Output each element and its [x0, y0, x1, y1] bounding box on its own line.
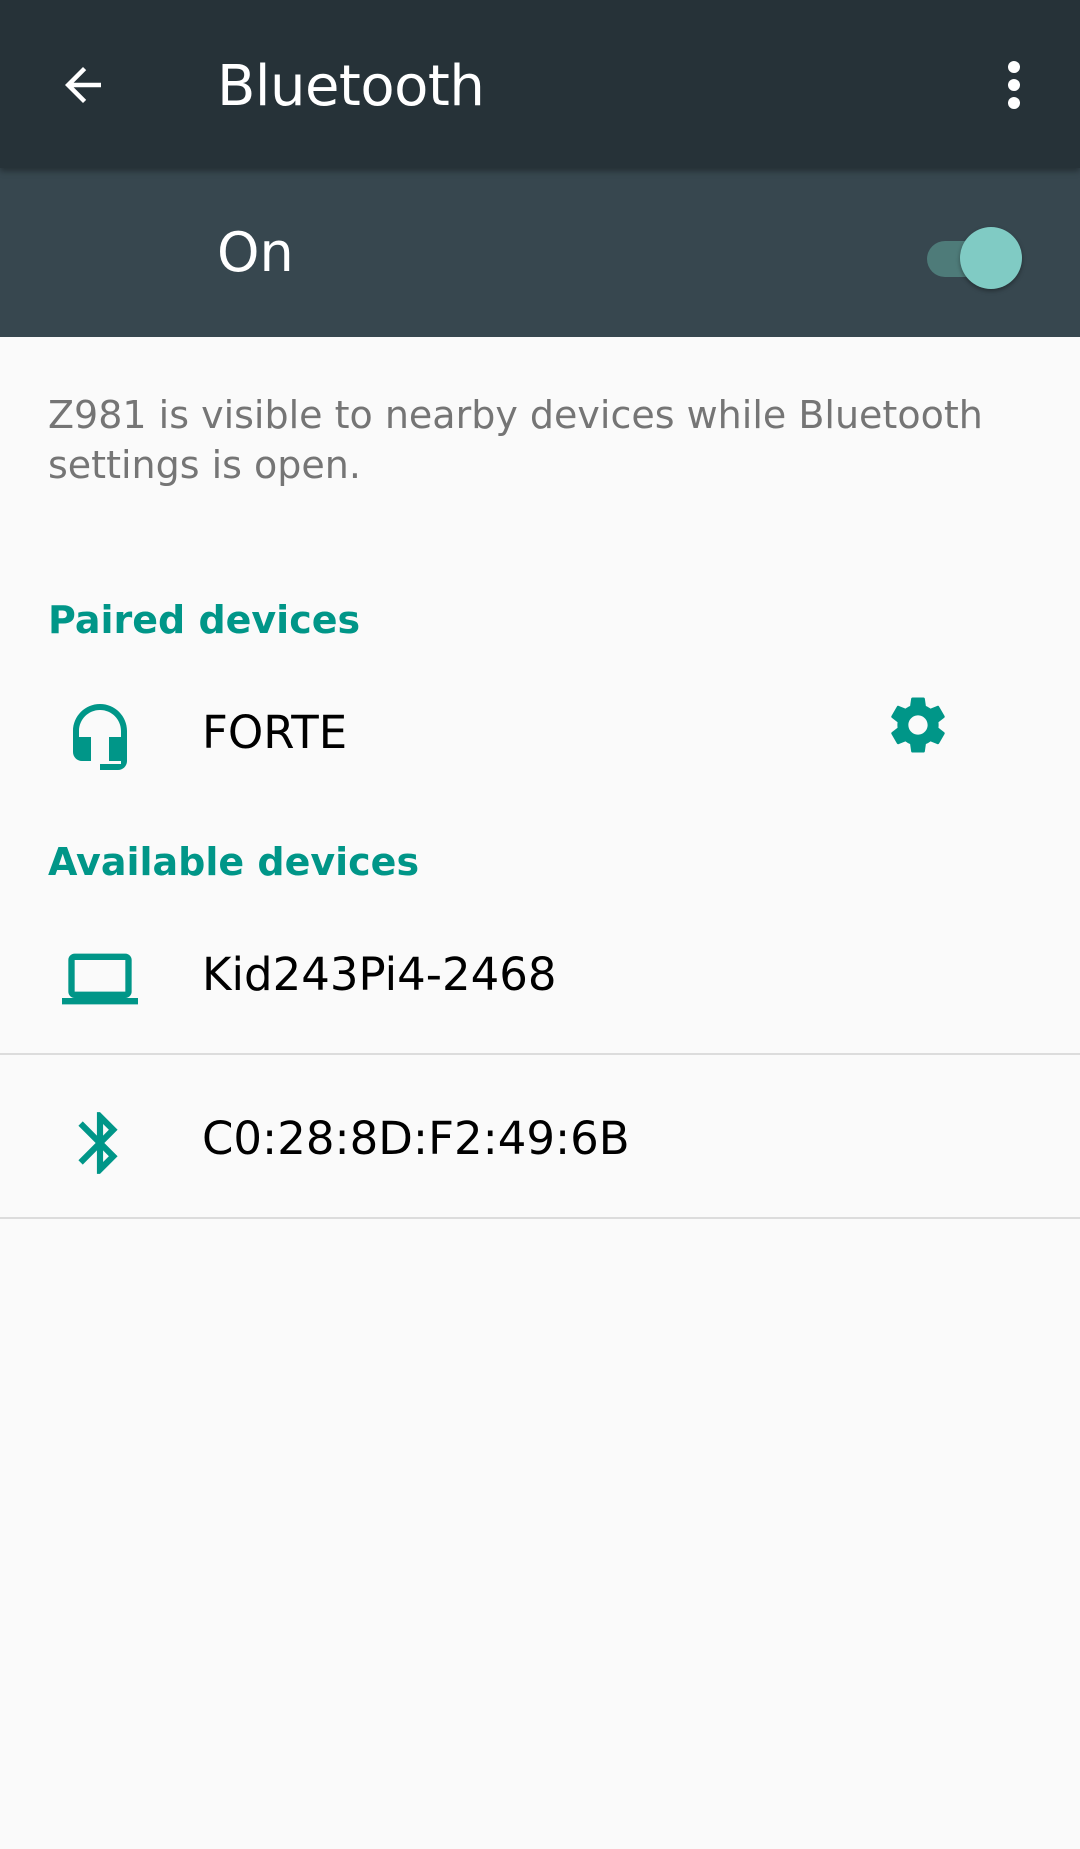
laptop-icon — [60, 939, 140, 1019]
available-devices-header: Available devices — [48, 840, 420, 884]
available-device-row[interactable]: C0:28:8D:F2:49:6B — [0, 1063, 1080, 1213]
device-name: C0:28:8D:F2:49:6B — [202, 1112, 630, 1165]
back-button[interactable] — [40, 44, 126, 130]
switch-state-label: On — [217, 221, 294, 284]
list-divider — [0, 1053, 1080, 1055]
bluetooth-icon — [60, 1103, 140, 1183]
device-name: FORTE — [202, 706, 348, 759]
app-bar: Bluetooth — [0, 0, 1080, 168]
arrow-left-icon — [56, 58, 110, 116]
more-vert-icon — [1006, 60, 1022, 114]
paired-devices-header: Paired devices — [48, 598, 361, 642]
device-settings-button[interactable] — [878, 687, 958, 767]
bluetooth-toggle[interactable] — [925, 223, 1025, 289]
paired-device-row[interactable]: FORTE — [0, 657, 1080, 807]
visibility-message: Z981 is visible to nearby devices while … — [48, 393, 983, 487]
device-name: Kid243Pi4-2468 — [202, 948, 557, 1001]
page-title: Bluetooth — [217, 54, 485, 119]
headset-icon — [60, 697, 140, 777]
toggle-thumb — [960, 227, 1022, 289]
more-options-button[interactable] — [984, 44, 1044, 130]
available-device-row[interactable]: Kid243Pi4-2468 — [0, 899, 1080, 1049]
list-divider — [0, 1217, 1080, 1219]
gear-icon — [885, 692, 951, 762]
bluetooth-master-switch-bar[interactable]: On — [0, 168, 1080, 337]
